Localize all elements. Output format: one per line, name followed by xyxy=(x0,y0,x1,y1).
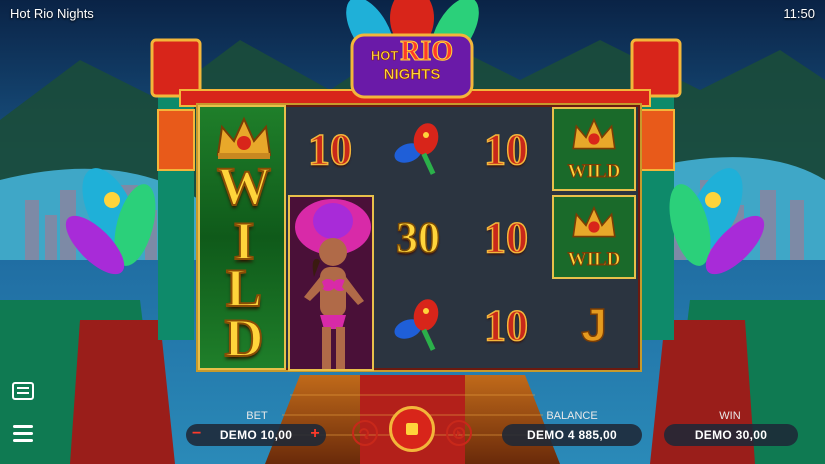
win-display: DEMO 30,00 xyxy=(664,424,798,446)
clock: 11:50 xyxy=(783,6,815,21)
spin-stop-button[interactable] xyxy=(389,406,435,452)
symbol-cell: 30 xyxy=(374,193,462,281)
menu-button[interactable] xyxy=(12,424,34,442)
autoplay-button[interactable] xyxy=(352,420,378,446)
symbol-wild: WILD xyxy=(552,195,636,279)
autoplay-icon xyxy=(359,428,369,439)
crown-icon xyxy=(572,117,616,150)
symbol-cell: 10 xyxy=(462,281,550,369)
symbol-30: 30 xyxy=(395,212,441,263)
balance-label: BALANCE xyxy=(546,410,598,422)
paytable-icon xyxy=(12,382,34,400)
symbol-cell xyxy=(374,281,462,369)
turbo-icon xyxy=(453,427,465,439)
balance-display: DEMO 4 885,00 xyxy=(502,424,642,446)
symbol-10: 10 xyxy=(483,124,529,175)
wild-letter-w: W xyxy=(216,155,272,217)
symbol-cell: J xyxy=(550,281,638,369)
bet-minus-icon: − xyxy=(192,425,202,442)
symbol-cell: 10 xyxy=(462,193,550,281)
symbol-j: J xyxy=(580,298,607,352)
paytable-button[interactable] xyxy=(12,382,34,400)
game-logo: HOT RIO NIGHTS xyxy=(352,36,472,84)
app-title: Hot Rio Nights xyxy=(10,6,94,21)
wild-stack-column-1: W I L D xyxy=(198,105,286,370)
symbol-10: 10 xyxy=(307,124,353,175)
bet-plus-icon: + xyxy=(310,425,320,442)
symbol-wild: WILD xyxy=(552,107,636,191)
win-label: WIN xyxy=(719,410,741,422)
maracas-icon xyxy=(394,299,439,351)
balance-value: DEMO 4 885,00 xyxy=(527,428,617,442)
crown-icon xyxy=(572,205,616,238)
spin-stop-icon xyxy=(406,423,418,435)
wild-label: WILD xyxy=(567,161,621,183)
logo-hot: HOT xyxy=(370,48,399,64)
symbol-cell: 10 xyxy=(462,105,550,193)
symbol-10: 10 xyxy=(483,212,529,263)
symbol-10: 10 xyxy=(483,300,529,351)
bet-display: − DEMO 10,00 + xyxy=(186,424,326,446)
win-value: DEMO 30,00 xyxy=(694,428,768,442)
maracas-icon xyxy=(394,123,439,175)
menu-icon xyxy=(13,425,33,442)
samba-dancer-icon xyxy=(290,197,372,369)
symbol-cell xyxy=(374,105,462,193)
bet-label: BET xyxy=(246,410,268,422)
status-bar: Hot Rio Nights 11:50 xyxy=(0,0,825,28)
bet-plus-button[interactable]: + xyxy=(310,425,320,443)
logo-nights: NIGHTS xyxy=(383,66,441,84)
logo-rio: RIO xyxy=(400,36,454,68)
wild-letter-d: D xyxy=(224,307,265,369)
wild-label: WILD xyxy=(567,249,621,271)
bet-value: DEMO 10,00 xyxy=(219,428,293,442)
bet-minus-button[interactable]: − xyxy=(192,425,202,443)
symbol-samba-dancer xyxy=(288,195,374,371)
reel-grid: W I L D 10 30 10 10 10 WILD WILD J xyxy=(196,103,642,372)
symbol-cell: 10 xyxy=(286,105,374,193)
turbo-button[interactable] xyxy=(446,420,472,446)
